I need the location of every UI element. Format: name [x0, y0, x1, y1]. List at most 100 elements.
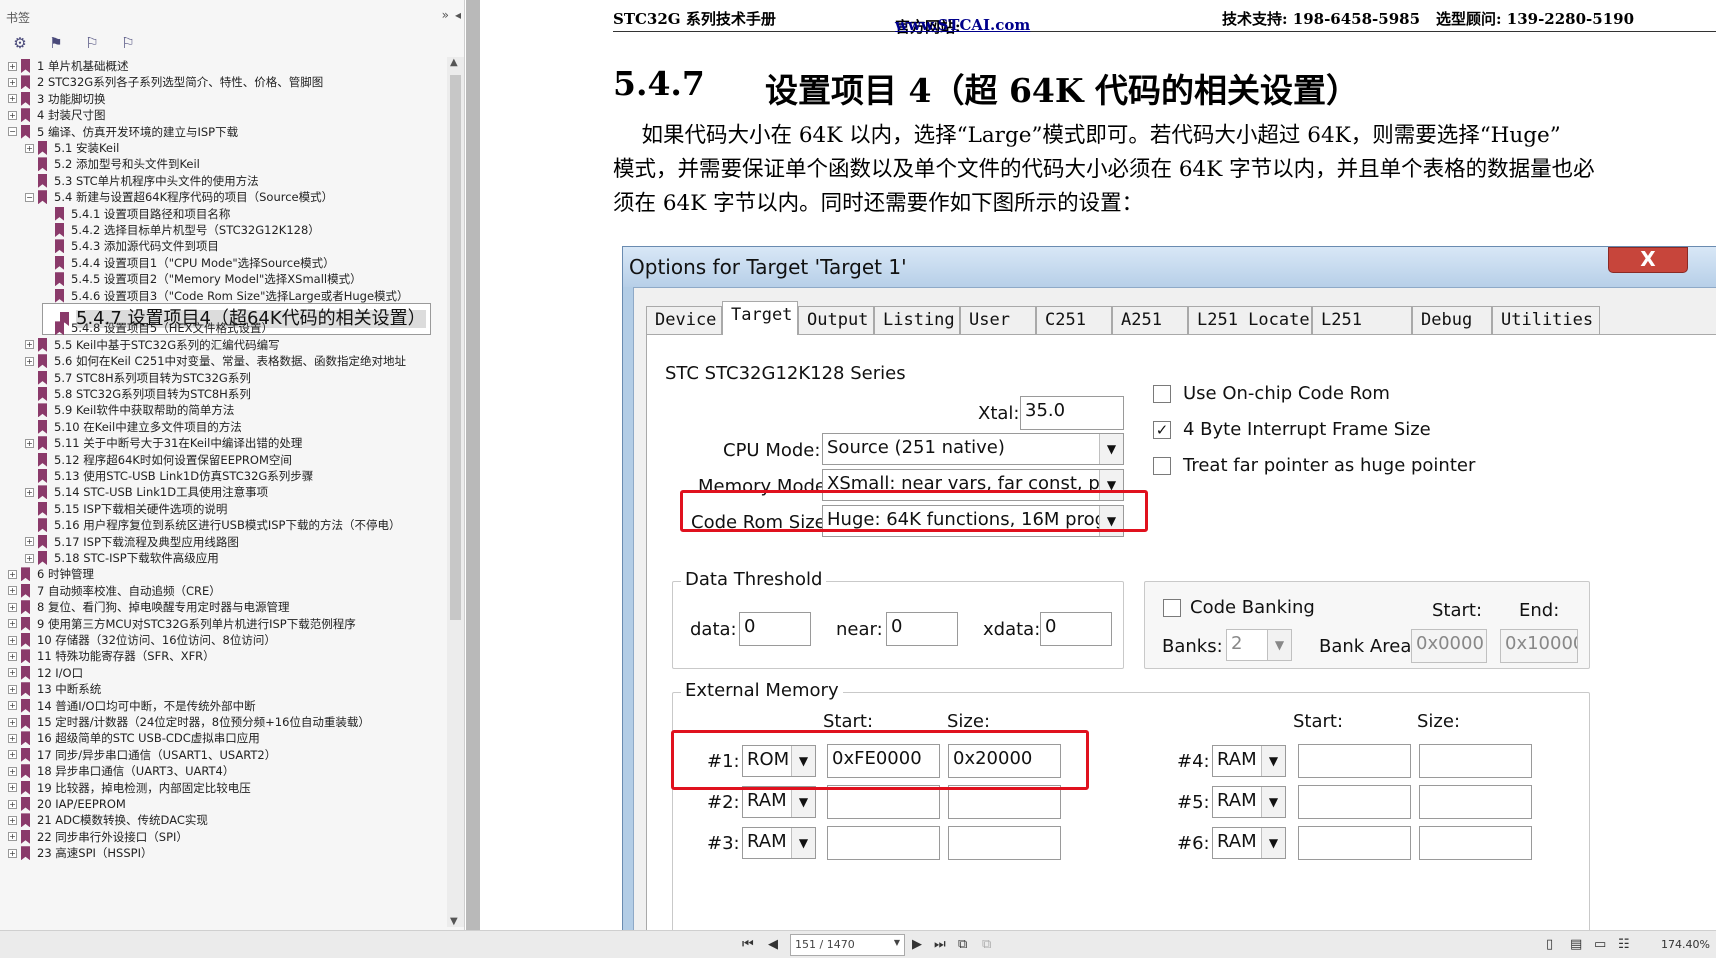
previous-page-icon[interactable]: ◀	[768, 937, 778, 952]
sidebar-item[interactable]: 5.3 STC单片机程序中头文件的使用方法	[25, 172, 259, 190]
expand-icon[interactable]: +	[25, 537, 34, 547]
ext-size-input[interactable]	[948, 785, 1061, 819]
expand-icon[interactable]: +	[8, 684, 17, 694]
previous-view-icon[interactable]: ⧉	[958, 937, 967, 952]
sidebar-item[interactable]: +4 封装尺寸图	[8, 106, 105, 124]
sidebar-item[interactable]: +13 中断系统	[8, 680, 101, 698]
tab-output[interactable]: Output	[798, 306, 874, 334]
expand-icon[interactable]: +	[8, 602, 17, 612]
collapse-icon[interactable]: −	[8, 127, 17, 137]
two-page-view-icon[interactable]: ▭	[1594, 937, 1606, 952]
chevron-down-icon[interactable]: ▼	[894, 938, 900, 947]
chevron-down-icon[interactable]: ▼	[791, 828, 815, 858]
tab-a251[interactable]: A251	[1112, 306, 1188, 334]
sidebar-item[interactable]: 5.13 使用STC-USB Link1D仿真STC32G系列步骤	[25, 467, 313, 485]
scroll-up-icon[interactable]: ▲	[450, 57, 458, 68]
sidebar-item[interactable]: +14 普通I/O口均可中断，不是传统外部中断	[8, 697, 256, 715]
tab-listing[interactable]: Listing	[874, 306, 960, 334]
sidebar-item[interactable]: +20 IAP/EEPROM	[8, 795, 126, 813]
bookmark-collapse-icon[interactable]: ⚐	[118, 33, 138, 53]
sidebar-item[interactable]: +10 存储器（32位访问、16位访问、8位访问）	[8, 631, 276, 649]
ext-type-select[interactable]: RAM ▼	[1212, 827, 1286, 859]
expand-icon[interactable]: +	[8, 783, 17, 793]
expand-icon[interactable]: +	[25, 438, 34, 448]
ext-type-select[interactable]: RAM ▼	[1212, 745, 1286, 777]
sidebar-item[interactable]: +5.18 STC-ISP下载软件高级应用	[25, 549, 219, 567]
tab-debug[interactable]: Debug	[1412, 306, 1492, 334]
chevron-down-icon[interactable]: ▼	[1261, 787, 1285, 817]
expand-icon[interactable]: +	[8, 61, 17, 71]
continuous-view-icon[interactable]: ▤	[1570, 937, 1582, 952]
chevron-down-icon[interactable]: ▼	[1099, 434, 1123, 464]
sidebar-item[interactable]: +18 异步串口通信（UART3、UART4）	[8, 762, 234, 780]
data-threshold-input[interactable]: 0	[739, 612, 811, 646]
tab-l251-misc[interactable]: L251 Misc	[1312, 306, 1412, 356]
sidebar-item[interactable]: 5.4.8 设置项目5（HEX文件格式设置）	[42, 319, 273, 337]
bookmark-options-icon[interactable]: ⚙	[10, 33, 30, 53]
ext-start-input[interactable]	[1298, 785, 1411, 819]
expand-icon[interactable]: +	[8, 733, 17, 743]
sidebar-item[interactable]: − 5 编译、仿真开发环境的建立与ISP下载	[8, 123, 238, 141]
sidebar-item[interactable]: − 5.4 新建与设置超64K程序代码的项目（Source模式）	[25, 188, 333, 206]
chevron-down-icon[interactable]: ▼	[791, 787, 815, 817]
scrollbar-thumb[interactable]	[450, 75, 461, 620]
bookmark-scrollbar[interactable]: ▲ ▼	[447, 57, 464, 927]
tab-device[interactable]: Device	[646, 306, 722, 334]
sidebar-item[interactable]: +8 复位、看门狗、掉电唤醒专用定时器与电源管理	[8, 598, 289, 616]
sidebar-item[interactable]: 5.4.5 设置项目2（"Memory Model"选择XSmall模式）	[42, 270, 362, 288]
chevron-down-icon[interactable]: ▼	[1261, 746, 1285, 776]
sidebar-item[interactable]: 5.7 STC8H系列项目转为STC32G系列	[25, 369, 251, 387]
tab-target[interactable]: Target	[722, 301, 798, 335]
expand-icon[interactable]: +	[8, 750, 17, 760]
expand-icon[interactable]: +	[8, 586, 17, 596]
sidebar-item[interactable]: +1 单片机基础概述	[8, 57, 128, 75]
sidebar-item[interactable]: +12 I/O口	[8, 664, 83, 682]
ext-start-input[interactable]	[827, 826, 940, 860]
sidebar-item[interactable]: +5.17 ISP下载流程及典型应用线路图	[25, 533, 239, 551]
expand-icon[interactable]: +	[25, 553, 34, 563]
sidebar-item[interactable]: 5.4.3 添加源代码文件到项目	[42, 237, 219, 255]
expand-icon[interactable]: +	[8, 717, 17, 727]
two-page-continuous-icon[interactable]: ☷	[1618, 937, 1630, 952]
page-number-input[interactable]: 151 / 1470 ▼	[790, 934, 905, 956]
ext-type-select[interactable]: RAM ▼	[742, 827, 816, 859]
expand-icon[interactable]: +	[8, 701, 17, 711]
ext-start-input[interactable]	[1298, 826, 1411, 860]
sidebar-item[interactable]: +23 高速SPI（HSSPI）	[8, 844, 153, 862]
sidebar-item[interactable]: +7 自动频率校准、自动追频（CRE）	[8, 582, 221, 600]
tab-c251[interactable]: C251	[1036, 306, 1112, 334]
sidebar-item[interactable]: +2 STC32G系列各子系列选型简介、特性、价格、管脚图	[8, 73, 323, 91]
sidebar-item[interactable]: 5.12 程序超64K时如何设置保留EEPROM空间	[25, 451, 292, 469]
bookmark-add-icon[interactable]: ⚑	[46, 33, 66, 53]
sidebar-item[interactable]: 5.4.6 设置项目3（"Code Rom Size"选择Large或者Huge…	[42, 287, 409, 305]
bank-start-input[interactable]: 0x0000	[1411, 629, 1487, 663]
ext-type-select[interactable]: RAM ▼	[1212, 786, 1286, 818]
zoom-level[interactable]: 174.40%	[1661, 938, 1710, 951]
ext-size-input[interactable]	[1419, 785, 1532, 819]
expand-icon[interactable]: +	[8, 832, 17, 842]
expand-icon[interactable]: +	[8, 94, 17, 104]
ext-size-input[interactable]	[1419, 744, 1532, 778]
tab-utilities[interactable]: Utilities	[1492, 306, 1600, 334]
expand-icon[interactable]: +	[25, 487, 34, 497]
sidebar-item[interactable]: +15 定时器/计数器（24位定时器，8位预分频+16位自动重装载）	[8, 713, 370, 731]
chevron-down-icon[interactable]: ▼	[1267, 630, 1291, 660]
ext-size-input[interactable]	[948, 826, 1061, 860]
cpu-mode-select[interactable]: Source (251 native) ▼	[822, 433, 1124, 465]
expand-icon[interactable]: +	[8, 651, 17, 661]
sidebar-item[interactable]: 5.10 在Keil中建立多文件项目的方法	[25, 418, 242, 436]
sidebar-item[interactable]: +11 特殊功能寄存器（SFR、XFR）	[8, 647, 215, 665]
single-page-view-icon[interactable]: ▯	[1546, 937, 1553, 952]
expand-icon[interactable]: +	[8, 668, 17, 678]
sidebar-item[interactable]: +6 时钟管理	[8, 565, 94, 583]
sidebar-item[interactable]: +17 同步/异步串口通信（USART1、USART2）	[8, 746, 276, 764]
code-banking-checkbox[interactable]	[1163, 599, 1181, 617]
site-link[interactable]: www.STCAI.com	[895, 16, 1030, 34]
sidebar-item[interactable]: 5.4.4 设置项目1（"CPU Mode"选择Source模式）	[42, 254, 335, 272]
banks-select[interactable]: 2 ▼	[1226, 629, 1292, 661]
tab-l251-locate[interactable]: L251 Locate	[1188, 306, 1312, 334]
sidebar-item[interactable]: +9 使用第三方MCU对STC32G系列单片机进行ISP下载范例程序	[8, 615, 356, 633]
sidebar-item[interactable]: 5.2 添加型号和头文件到Keil	[25, 155, 200, 173]
panel-options-icon[interactable]: »	[442, 8, 449, 22]
four-byte-checkbox[interactable]: ✓	[1153, 421, 1171, 439]
